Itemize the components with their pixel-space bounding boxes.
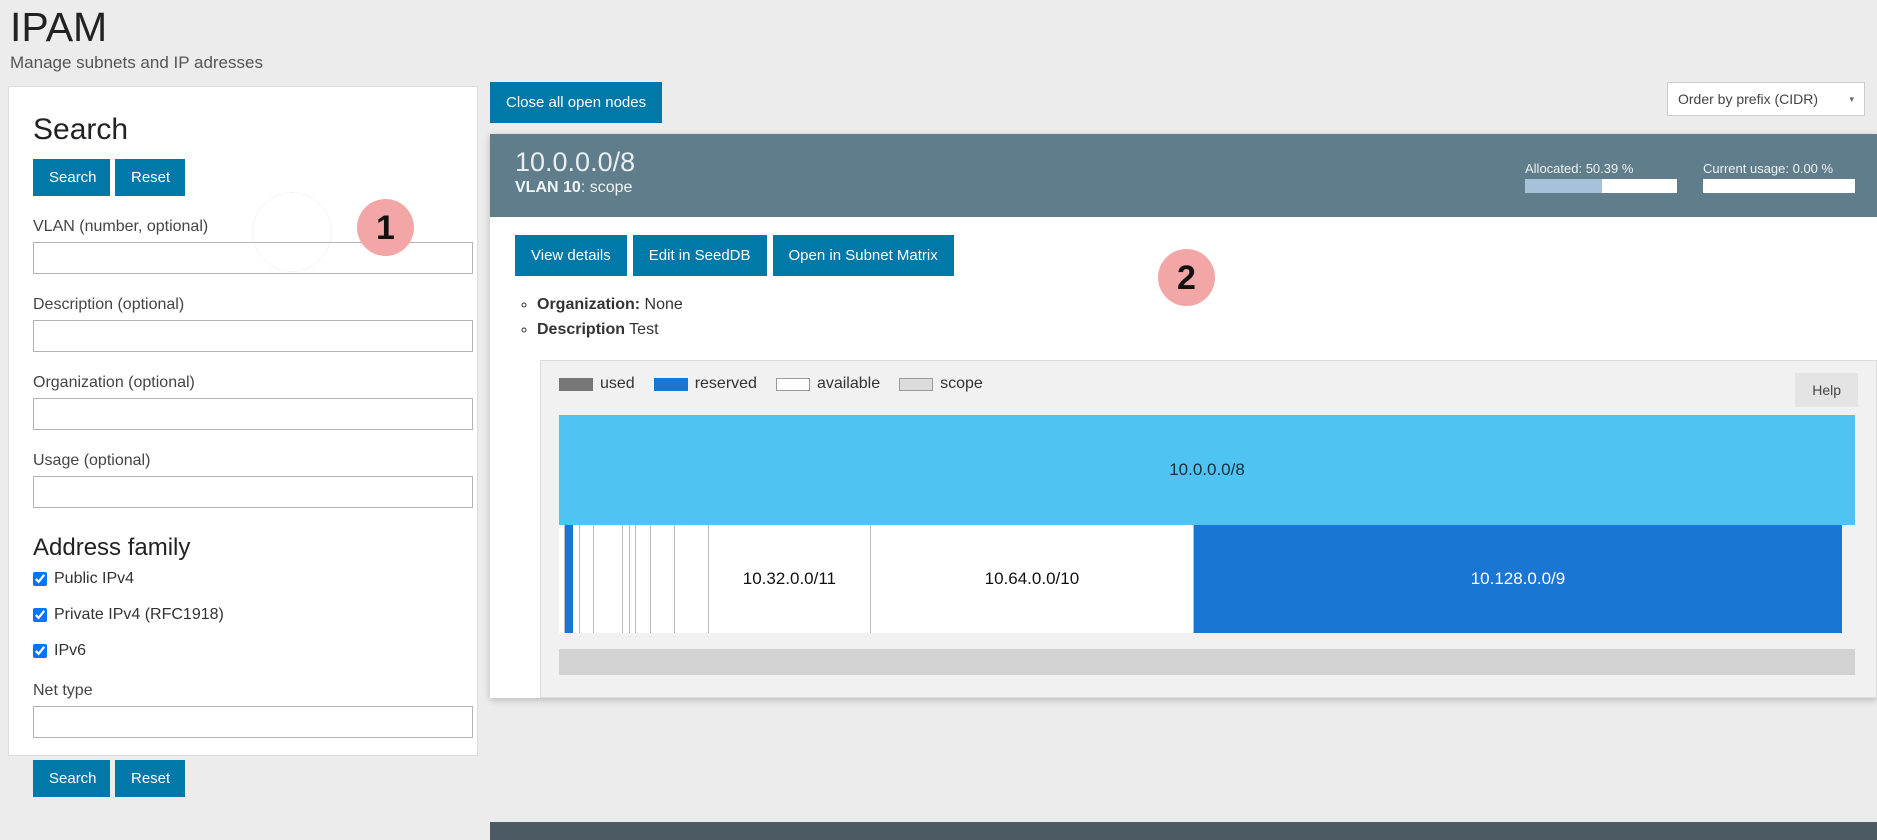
node-action-button-1[interactable]: Edit in SeedDB xyxy=(632,235,767,276)
chart-legend: used reserved available scope xyxy=(559,375,1858,393)
allocated-meter-fill xyxy=(1525,179,1602,193)
treemap-segment-label: 10.0.0.0/8 xyxy=(1169,460,1245,479)
current-usage-meter-track xyxy=(1703,179,1855,193)
checkbox-label-1: Private IPv4 (RFC1918) xyxy=(54,606,224,623)
treemap-segment-1-4[interactable] xyxy=(594,525,623,633)
node-meta-value-1: Test xyxy=(625,321,659,338)
treemap-segment-label: 10.32.0.0/11 xyxy=(742,569,837,588)
usage-meters: Allocated: 50.39 % Current usage: 0.00 % xyxy=(1525,161,1855,193)
close-all-open-nodes-button[interactable]: Close all open nodes xyxy=(490,82,663,123)
checkbox-label-2: IPv6 xyxy=(54,642,87,659)
legend-label-scope: scope xyxy=(940,375,983,392)
node-meta-value-0: None xyxy=(640,296,683,313)
subnet-treemap: 10.0.0.0/8 10.32.0.0/11 10.64.0.0/10 10.128… xyxy=(559,415,1855,633)
decorative-ring xyxy=(252,192,332,272)
treemap-segment-1-8[interactable] xyxy=(650,525,676,633)
checkbox-1[interactable] xyxy=(33,608,47,622)
legend-swatch-scope xyxy=(899,377,934,391)
current-usage-meter: Current usage: 0.00 % xyxy=(1703,161,1855,193)
node-meta-item-1: Description Test xyxy=(537,317,1877,342)
checkbox-0[interactable] xyxy=(33,572,47,586)
current-usage-meter-label: Current usage: 0.00 % xyxy=(1703,161,1834,176)
treemap-row-children-row: 10.32.0.0/11 10.64.0.0/10 10.128.0.0/9 xyxy=(559,525,1855,633)
address-family-heading: Address family xyxy=(33,534,191,561)
horizontal-scroll-track[interactable] xyxy=(559,649,1855,675)
checkbox-2[interactable] xyxy=(33,644,47,658)
search-button-bottom[interactable]: Search xyxy=(33,760,110,797)
net-type-input[interactable] xyxy=(33,706,473,738)
treemap-segment-1-7[interactable] xyxy=(636,525,651,633)
page-subtitle: Manage subnets and IP adresses xyxy=(10,53,263,72)
treemap-segment-1-2[interactable] xyxy=(572,525,580,633)
search-fields: VLAN (number, optional) Description (opti… xyxy=(33,218,473,508)
treemap-segment-10-128-0-0-9[interactable]: 10.128.0.0/9 xyxy=(1193,525,1842,633)
legend-swatch-reserved xyxy=(653,377,688,391)
field-label-2: Organization (optional) xyxy=(33,374,195,391)
search-panel: 1 Search Search Reset VLAN (number, optio… xyxy=(8,86,478,797)
treemap-segment-10-64-0-0-10[interactable]: 10.64.0.0/10 xyxy=(870,525,1194,633)
legend-item-used: used xyxy=(559,375,635,393)
address-family-row-0[interactable]: Public IPv4 xyxy=(33,570,453,588)
node-action-button-0[interactable]: View details xyxy=(515,235,627,276)
page-root: IPAM Manage subnets and IP adresses 1 Se… xyxy=(0,0,1877,840)
field-input-1[interactable] xyxy=(33,320,473,352)
annotation-badge-2: 2 xyxy=(1158,249,1215,306)
page-header: IPAM Manage subnets and IP adresses xyxy=(10,4,263,74)
treemap-segment-1-3[interactable] xyxy=(579,525,595,633)
treemap-row-scope-row: 10.0.0.0/8 xyxy=(559,415,1855,525)
node-header: 2 10.0.0.0/8 VLAN 10: scope Allocated: 5… xyxy=(490,134,1877,306)
field-input-0[interactable] xyxy=(33,242,473,274)
order-by-select[interactable]: Order by prefix (CIDR) ▾ xyxy=(1667,82,1865,116)
toolbar: Close all open nodes Order by prefix (CI… xyxy=(490,82,1877,130)
legend-label-used: used xyxy=(600,375,635,392)
legend-swatch-available xyxy=(775,377,810,391)
checkbox-label-0: Public IPv4 xyxy=(54,570,135,587)
legend-label-reserved: reserved xyxy=(694,375,757,392)
legend-item-available: available xyxy=(775,375,881,393)
allocated-meter-label: Allocated: 50.39 % xyxy=(1525,161,1634,176)
treemap-segment-1-5[interactable] xyxy=(622,525,630,633)
treemap-segment-1-1[interactable] xyxy=(564,525,573,633)
legend-item-reserved: reserved xyxy=(653,375,757,393)
field-label-1: Description (optional) xyxy=(33,296,185,313)
node-meta-key-1: Description xyxy=(537,321,626,338)
node-meta-key-0: Organization: xyxy=(537,296,641,313)
node-panel: 2 10.0.0.0/8 VLAN 10: scope Allocated: 5… xyxy=(490,134,1877,698)
order-by-select-value: Order by prefix (CIDR) xyxy=(1678,91,1819,107)
reset-button-bottom[interactable]: Reset xyxy=(115,760,185,797)
search-bottom-button-row: Search Reset xyxy=(33,760,453,797)
subnet-chart: used reserved available scope Help 10.0.0.0… xyxy=(540,360,1877,698)
address-family-row-2[interactable]: IPv6 xyxy=(33,642,453,660)
field-input-2[interactable] xyxy=(33,398,473,430)
main-content: Close all open nodes Order by prefix (CI… xyxy=(490,82,1877,720)
legend-item-scope: scope xyxy=(899,375,983,393)
help-button[interactable]: Help xyxy=(1795,373,1858,407)
chevron-down-icon: ▾ xyxy=(1849,93,1854,104)
search-top-button-row: Search Reset xyxy=(33,159,453,196)
field-input-3[interactable] xyxy=(33,476,473,508)
treemap-segment-label: 10.128.0.0/9 xyxy=(1470,569,1566,588)
allocated-meter-track xyxy=(1525,179,1677,193)
allocated-meter: Allocated: 50.39 % xyxy=(1525,161,1677,193)
treemap-segment-label: 10.64.0.0/10 xyxy=(984,569,1080,588)
annotation-badge-1: 1 xyxy=(357,199,414,256)
node-action-button-2[interactable]: Open in Subnet Matrix xyxy=(772,235,954,276)
treemap-segment-10-32-0-0-11[interactable]: 10.32.0.0/11 xyxy=(708,525,871,633)
field-label-3: Usage (optional) xyxy=(33,452,151,469)
legend-label-available: available xyxy=(816,375,881,392)
node-vlan-suffix: : scope xyxy=(580,179,633,196)
legend-swatch-used xyxy=(559,377,593,391)
search-button-top[interactable]: Search xyxy=(33,159,110,196)
footer-bar xyxy=(490,822,1877,840)
node-vlan-number: VLAN 10 xyxy=(515,179,581,196)
treemap-segment-1-9[interactable] xyxy=(675,525,709,633)
search-panel-heading: Search xyxy=(33,113,129,146)
reset-button-top[interactable]: Reset xyxy=(115,159,185,196)
treemap-segment-10-0-0-0-8[interactable]: 10.0.0.0/8 xyxy=(559,415,1855,525)
address-family-list: Public IPv4 Private IPv4 (RFC1918) IPv6 xyxy=(33,570,453,660)
page-title: IPAM xyxy=(10,4,108,50)
address-family-row-1[interactable]: Private IPv4 (RFC1918) xyxy=(33,606,453,624)
net-type-label: Net type xyxy=(33,682,93,699)
